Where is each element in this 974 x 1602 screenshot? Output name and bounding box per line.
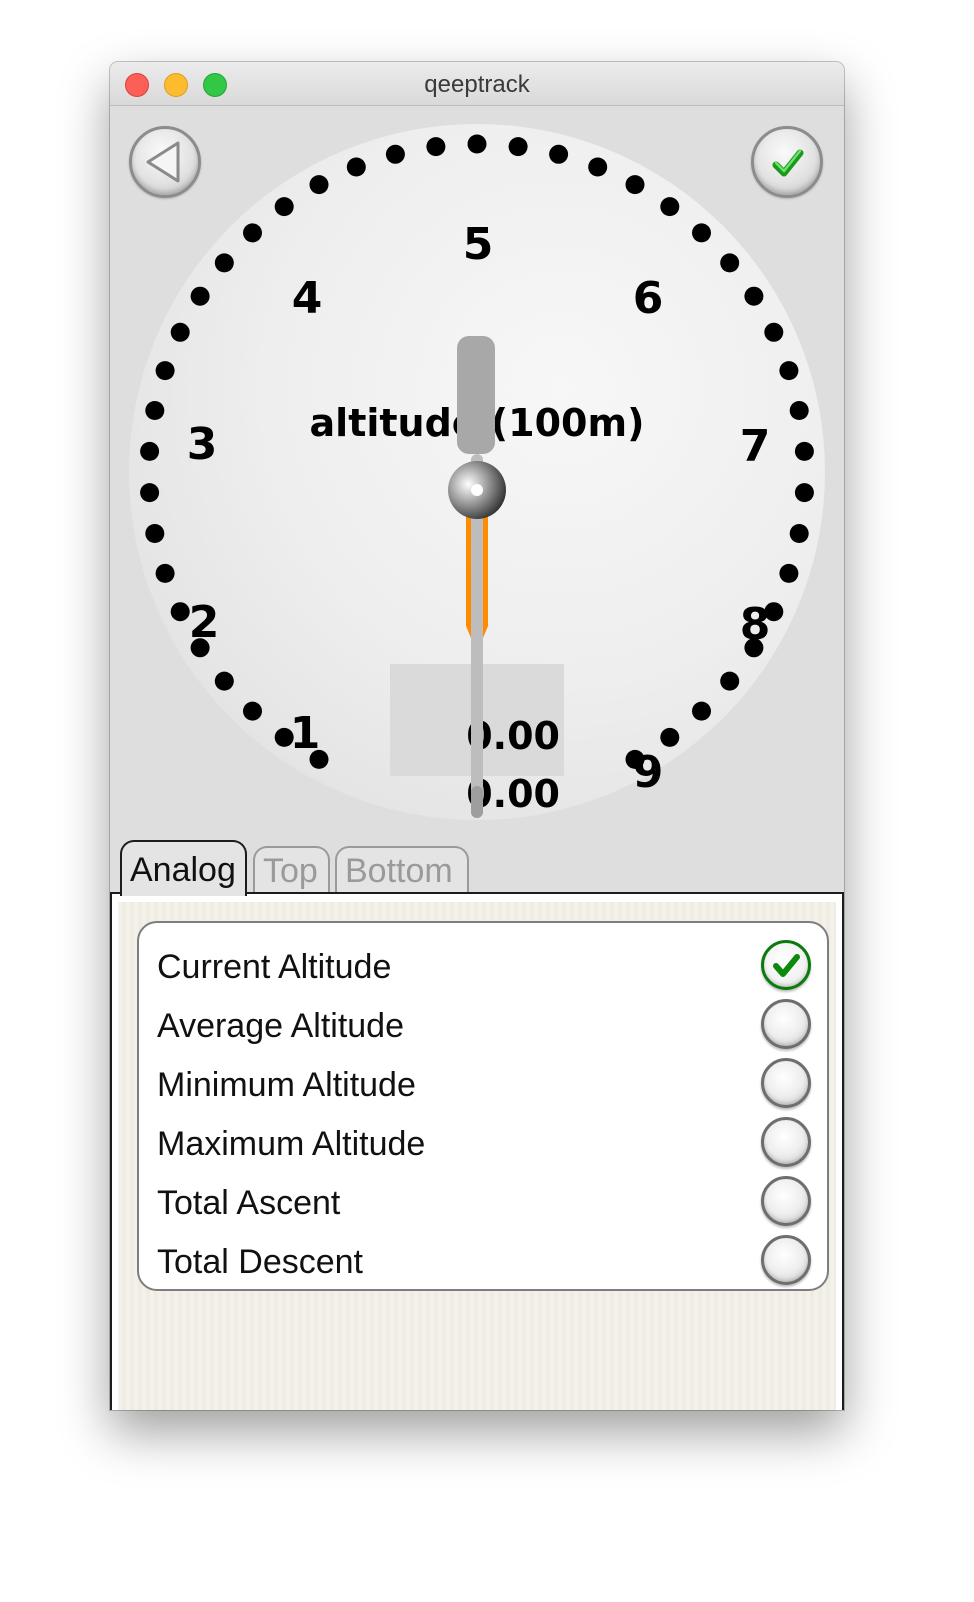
dial-number-2: 2: [189, 597, 220, 648]
dial-number-5: 5: [463, 219, 494, 270]
dial-number-6: 6: [633, 273, 664, 324]
dial-tick-dot: [170, 322, 190, 342]
dial-tick-dot: [789, 401, 809, 420]
dial-number-1: 1: [290, 708, 321, 759]
tab-analog[interactable]: Analog: [120, 840, 247, 896]
dial-tick-dot: [692, 701, 711, 721]
dial-number-3: 3: [187, 419, 218, 470]
green-check-icon: [772, 149, 804, 177]
radio-unchecked-icon[interactable]: [761, 999, 811, 1049]
option-label: Total Ascent: [157, 1184, 341, 1222]
dial-number-4: 4: [292, 273, 323, 324]
view-tabs: Analog Top Bottom: [110, 838, 844, 896]
dial-tick-dot: [692, 223, 711, 243]
window-title: qeeptrack: [424, 71, 530, 98]
altitude-dial: 1 2 3 4 5 6 7 8 9 altitude (100m) 0.00 0…: [129, 124, 825, 820]
dial-tick-dot: [145, 524, 165, 543]
option-label: Minimum Altitude: [157, 1066, 416, 1104]
dial-tick-dot: [274, 197, 294, 217]
dial-tick-dot: [385, 144, 405, 164]
option-label: Maximum Altitude: [157, 1125, 426, 1163]
dial-number-8: 8: [740, 599, 771, 650]
dial-tick-dot: [720, 253, 740, 273]
dial-tick-dot: [549, 144, 569, 164]
back-triangle-icon: [146, 141, 180, 183]
dial-tick-dot: [243, 223, 262, 243]
option-total-ascent[interactable]: Total Ascent: [139, 1176, 827, 1234]
radio-unchecked-icon[interactable]: [761, 1176, 811, 1226]
dial-tick-dot: [789, 524, 809, 543]
tab-top[interactable]: Top: [253, 846, 330, 894]
option-total-descent[interactable]: Total Descent: [139, 1235, 827, 1293]
option-label: Average Altitude: [157, 1007, 404, 1045]
dial-tick-dot: [744, 286, 764, 306]
dial-tick-dot: [145, 401, 165, 420]
dial-tick-dot: [794, 483, 814, 503]
dial-tick-dot: [660, 727, 680, 747]
back-button[interactable]: [129, 126, 201, 198]
dial-tick-dot: [155, 361, 175, 381]
dial-tick-dot: [508, 137, 528, 157]
dial-tick-dot: [625, 175, 645, 195]
dial-number-9: 9: [633, 747, 664, 798]
dial-tick-dot: [660, 197, 680, 217]
check-mark-icon: [773, 954, 800, 977]
dial-number-7: 7: [740, 421, 771, 472]
dial-tick-dot: [190, 286, 210, 306]
dial-tick-dot: [794, 441, 814, 461]
panel-background: Current Altitude Average Altitude Minimu…: [118, 902, 836, 1410]
dial-tick-dot: [720, 671, 740, 691]
dial-tick-dot: [155, 563, 175, 583]
dial-tick-dot: [764, 322, 784, 342]
dial-tick-dot: [467, 134, 487, 154]
option-maximum-altitude[interactable]: Maximum Altitude: [139, 1117, 827, 1175]
dial-tick-dot: [214, 253, 234, 273]
option-label: Total Descent: [157, 1243, 363, 1281]
dial-tick-dot: [309, 175, 329, 195]
app-window: qeeptrack 1 2 3 4 5 6 7 8 9 altitude (10…: [110, 62, 844, 1410]
tab-bottom[interactable]: Bottom: [335, 846, 469, 894]
dial-tick-dot: [170, 602, 190, 622]
dial-tick-dot: [140, 441, 160, 461]
option-minimum-altitude[interactable]: Minimum Altitude: [139, 1058, 827, 1116]
radio-unchecked-icon[interactable]: [761, 1058, 811, 1108]
dial-tick-dot: [140, 483, 160, 503]
dial-tick-dot: [779, 563, 799, 583]
dial-tick-dot: [346, 157, 366, 177]
radio-unchecked-icon[interactable]: [761, 1235, 811, 1285]
title-bar: qeeptrack: [110, 62, 844, 106]
confirm-button[interactable]: [751, 126, 823, 198]
dial-tick-dot: [214, 671, 234, 691]
option-label: Current Altitude: [157, 948, 392, 986]
dial-tick-dot: [243, 701, 262, 721]
metric-option-list: Current Altitude Average Altitude Minimu…: [137, 921, 829, 1291]
radio-unchecked-icon[interactable]: [761, 1117, 811, 1167]
tab-panel-analog: Current Altitude Average Altitude Minimu…: [110, 892, 844, 1410]
dial-tick-dot: [779, 361, 799, 381]
option-average-altitude[interactable]: Average Altitude: [139, 999, 827, 1057]
dial-tick-dot: [426, 137, 446, 157]
radio-checked-icon[interactable]: [761, 940, 811, 990]
dial-tick-dot: [588, 157, 608, 177]
option-current-altitude[interactable]: Current Altitude: [139, 940, 827, 998]
